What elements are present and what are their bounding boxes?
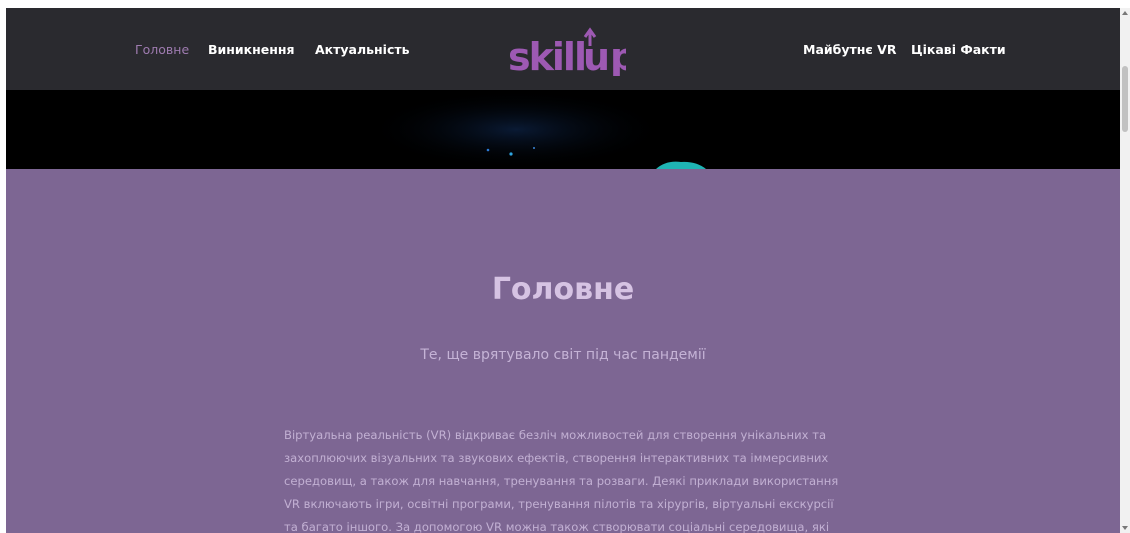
scroll-down-icon[interactable]: [1122, 526, 1128, 530]
scrollbar[interactable]: [1120, 8, 1130, 533]
hero-image: [6, 90, 1120, 169]
scroll-thumb[interactable]: [1122, 66, 1128, 132]
intro-paragraph: Віртуальна реальність (VR) відкриває без…: [284, 428, 839, 533]
page-subtitle: Те, ще врятувало світ під час пандемії: [420, 347, 706, 363]
nav-link-origin[interactable]: Виникнення: [208, 42, 295, 57]
scroll-up-icon[interactable]: [1122, 11, 1128, 15]
nav-link-home[interactable]: Головне: [135, 42, 189, 57]
main-section: Головне Те, ще врятувало світ під час па…: [6, 169, 1120, 533]
page: Головне Виникнення Актуальність skill up…: [6, 8, 1120, 533]
nav-link-future-vr[interactable]: Майбутнє VR: [803, 42, 896, 57]
logo[interactable]: skill up: [506, 24, 637, 79]
nav-link-facts[interactable]: Цікаві Факти: [911, 42, 1006, 57]
skillup-logo-icon: skill up: [508, 27, 637, 79]
svg-text:skill: skill: [508, 35, 585, 76]
navbar: Головне Виникнення Актуальність skill up…: [6, 8, 1120, 90]
hero-decoration-icon: [366, 90, 706, 169]
page-title: Головне: [491, 272, 635, 307]
nav-link-relevance[interactable]: Актуальність: [315, 42, 410, 57]
